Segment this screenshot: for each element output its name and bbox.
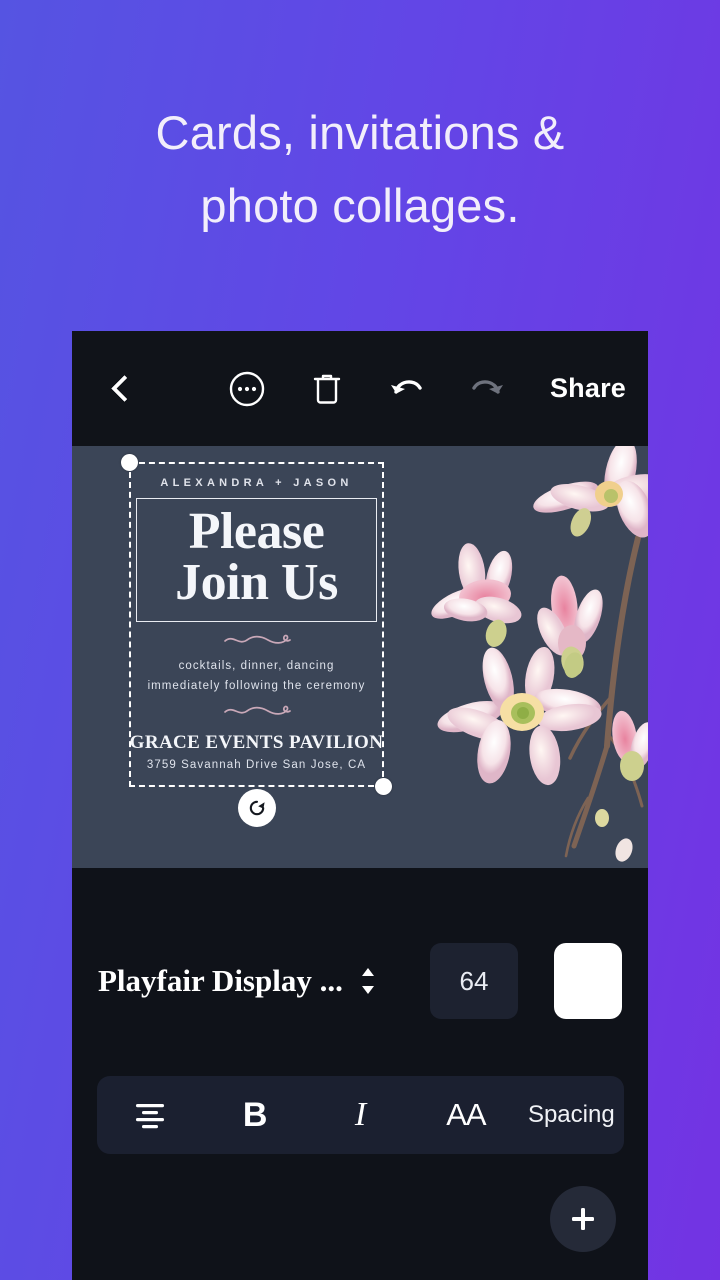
- toolbar-actions: Share: [220, 362, 630, 416]
- share-button[interactable]: Share: [540, 367, 630, 410]
- format-toolbar: B I AA Spacing: [97, 1076, 624, 1154]
- design-canvas[interactable]: ALEXANDRA + JASON Please Join Us cocktai…: [72, 446, 648, 868]
- plus-icon: [572, 1208, 594, 1230]
- bold-button[interactable]: B: [202, 1076, 307, 1154]
- resize-handle-bottom-right[interactable]: [375, 778, 392, 795]
- app-toolbar: Share: [72, 331, 648, 446]
- align-center-icon: [135, 1104, 164, 1129]
- selection-box[interactable]: [121, 454, 392, 827]
- redo-button[interactable]: [460, 362, 514, 416]
- more-options-button[interactable]: [220, 362, 274, 416]
- font-picker[interactable]: Playfair Display ...: [98, 963, 430, 999]
- phone-screenshot: Share ALEXANDRA + JASON Please Join Us c…: [72, 331, 648, 1280]
- redo-arrow-icon: [472, 379, 503, 394]
- more-options-circle-icon: [229, 371, 265, 406]
- undo-arrow-icon: [390, 379, 422, 394]
- spacing-button[interactable]: Spacing: [519, 1076, 624, 1154]
- text-controls-row: Playfair Display ... 64: [72, 931, 648, 1031]
- text-color-swatch[interactable]: [554, 943, 622, 1019]
- rotate-handle-icon: [249, 800, 265, 816]
- resize-handle-top-left[interactable]: [121, 454, 138, 471]
- rotate-handle[interactable]: [237, 789, 276, 827]
- chevron-left-icon: [110, 375, 138, 402]
- headline-line-1: Cards, invitations &: [155, 106, 565, 159]
- magnolia-flowers-artwork[interactable]: [402, 446, 648, 868]
- italic-button[interactable]: I: [308, 1076, 413, 1154]
- back-button[interactable]: [94, 359, 154, 419]
- delete-button[interactable]: [300, 362, 354, 416]
- align-button[interactable]: [97, 1076, 202, 1154]
- font-name-label: Playfair Display ...: [98, 963, 343, 998]
- chevron-updown-icon: [361, 968, 374, 994]
- text-case-button[interactable]: AA: [413, 1076, 518, 1154]
- headline-line-2: photo collages.: [200, 179, 520, 233]
- add-element-button[interactable]: [550, 1186, 616, 1252]
- trash-icon: [313, 374, 341, 404]
- font-size-input[interactable]: 64: [430, 943, 518, 1019]
- promo-headline: Cards, invitations & photo collages.: [0, 96, 720, 243]
- undo-button[interactable]: [380, 362, 434, 416]
